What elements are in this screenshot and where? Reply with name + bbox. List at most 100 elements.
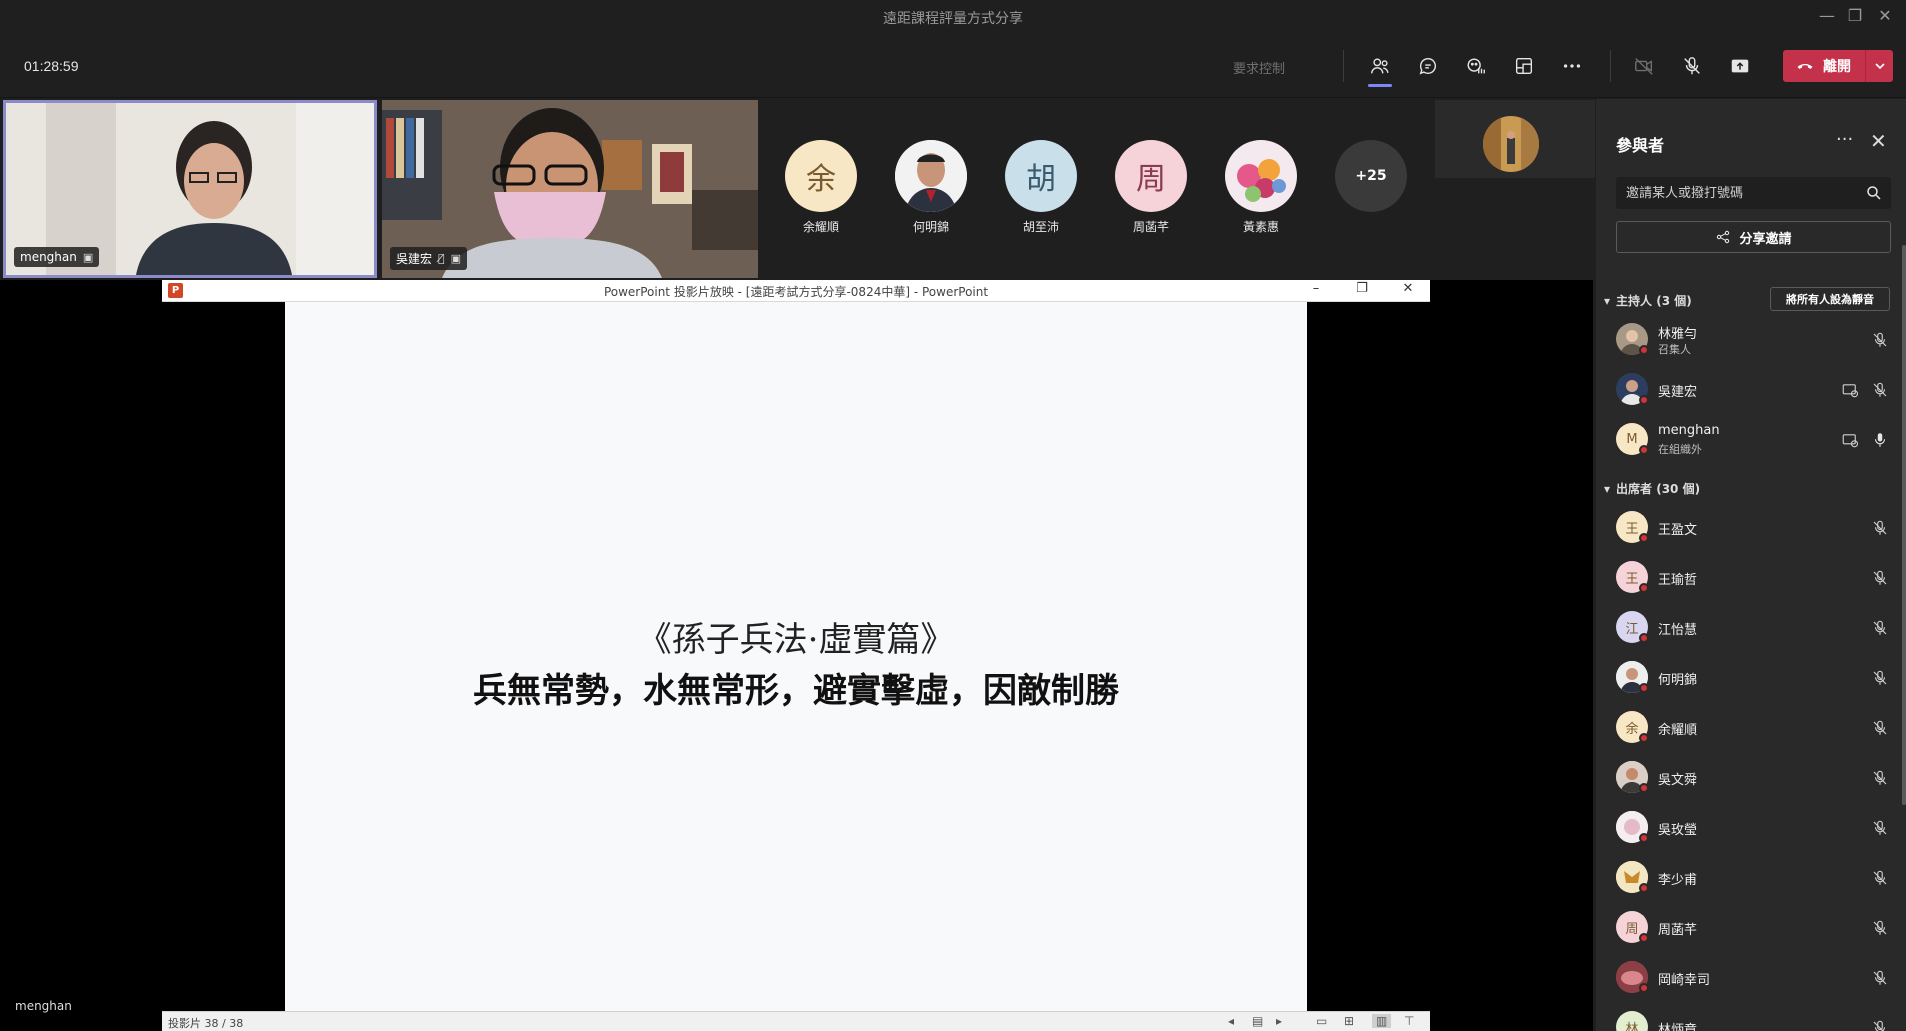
participant-row[interactable]: 吳玫瑩 — [1616, 807, 1887, 847]
participant-row[interactable]: 周周菡芊 — [1616, 907, 1887, 947]
status-badge — [1639, 783, 1649, 793]
participant-row[interactable]: M menghan 在組織外 — [1616, 419, 1886, 459]
mic-off-icon — [1873, 382, 1887, 397]
toolbar-divider — [1610, 50, 1611, 82]
mute-all-button[interactable]: 將所有人設為靜音 — [1770, 287, 1890, 311]
participant-row[interactable]: 林雅勻 召集人 — [1616, 319, 1887, 359]
close-icon[interactable]: ✕ — [1398, 281, 1418, 296]
avatar-name: 黃素惠 — [1242, 220, 1279, 234]
participant-name: 周菡芊 — [1658, 923, 1698, 938]
more-icon[interactable]: ··· — [1836, 129, 1853, 150]
prev-slide-icon[interactable]: ◂ — [1228, 1014, 1234, 1028]
next-slide-icon[interactable]: ▸ — [1276, 1014, 1282, 1028]
invite-input[interactable] — [1616, 177, 1846, 209]
screen-share-icon — [1842, 434, 1859, 448]
sorter-view-icon[interactable]: ⊞ — [1344, 1014, 1354, 1028]
avatar: 胡 — [1005, 140, 1077, 212]
participant-row[interactable]: 王王瑜哲 — [1616, 557, 1887, 597]
leave-label: 離開 — [1823, 59, 1851, 75]
status-badge — [1639, 683, 1649, 693]
participant-row[interactable]: 吳建宏 — [1616, 369, 1887, 409]
rooms-button[interactable] — [1506, 49, 1542, 83]
avatar — [1225, 140, 1297, 212]
participant-name: menghan — [20, 250, 77, 264]
status-badge — [1639, 445, 1649, 455]
reading-view-icon[interactable]: ▥ — [1372, 1014, 1392, 1028]
share-invite-button[interactable]: 分享邀請 — [1616, 221, 1891, 253]
avatar: 周 — [1115, 140, 1187, 212]
more-actions-button[interactable] — [1554, 49, 1590, 83]
participant-name: 何明錦 — [1658, 673, 1698, 688]
toolbar-divider — [1343, 50, 1344, 82]
invite-box — [1616, 177, 1891, 209]
participant-name: 余耀順 — [1658, 723, 1698, 738]
mic-off-icon — [1873, 332, 1887, 347]
status-badge — [1639, 583, 1649, 593]
normal-view-icon[interactable]: ▭ — [1316, 1014, 1327, 1028]
camera-toggle-button[interactable] — [1626, 49, 1662, 83]
participant-name: 吳文舜 — [1658, 773, 1698, 788]
minimize-icon[interactable]: – — [1306, 281, 1326, 296]
self-view[interactable] — [1435, 100, 1595, 178]
video-tile-wu[interactable]: 吳建宏 🎙̸ ▣ — [382, 100, 758, 278]
more-participants[interactable]: +25 — [1335, 140, 1407, 212]
participant-row[interactable]: 岡崎幸司 — [1616, 957, 1887, 997]
slideshow-view-icon[interactable]: ⊤ — [1404, 1014, 1414, 1028]
mic-off-icon — [1873, 870, 1887, 885]
gallery-avatar[interactable]: 黃素惠 — [1225, 140, 1297, 234]
leave-button[interactable]: 離開 — [1783, 50, 1893, 82]
mic-toggle-button[interactable] — [1674, 49, 1710, 83]
video-tile-menghan[interactable]: menghan ▣ — [3, 100, 377, 278]
status-badge — [1639, 633, 1649, 643]
meeting-toolbar: 01:28:59 要求控制 離開 — [0, 34, 1906, 98]
panel-scrollbar[interactable] — [1902, 245, 1906, 805]
mic-off-icon — [1684, 57, 1700, 75]
mic-on-icon — [1874, 433, 1886, 447]
participants-button[interactable] — [1362, 49, 1398, 87]
hand-icon — [1467, 58, 1485, 74]
attendees-group-toggle[interactable]: ▾ 出席者 (30 個) — [1604, 480, 1700, 497]
participant-row[interactable]: 王王盈文 — [1616, 507, 1887, 547]
gallery-avatar[interactable]: 胡 胡至沛 — [1005, 140, 1077, 234]
status-badge — [1639, 983, 1649, 993]
chat-icon — [1419, 58, 1436, 75]
participant-name: 江怡慧 — [1658, 623, 1698, 638]
close-icon[interactable]: ✕ — [1870, 6, 1900, 28]
mic-off-icon — [1873, 770, 1887, 785]
share-screen-button[interactable] — [1722, 49, 1758, 83]
participant-row[interactable]: 何明錦 — [1616, 657, 1887, 697]
mic-off-icon: 🎙̸ — [438, 252, 445, 265]
participant-role: 在組織外 — [1658, 443, 1702, 456]
minimize-icon[interactable]: — — [1812, 6, 1842, 28]
share-invite-label: 分享邀請 — [1739, 231, 1792, 247]
participant-name: 李少甫 — [1658, 873, 1698, 888]
chevron-down-icon: ▾ — [1604, 293, 1611, 308]
hosts-group-toggle[interactable]: ▾ 主持人 (3 個) — [1604, 292, 1692, 309]
participant-row[interactable]: 吳文舜 — [1616, 757, 1887, 797]
chat-button[interactable] — [1410, 49, 1446, 83]
chevron-down-icon[interactable] — [1865, 50, 1893, 82]
shared-content-stage: P PowerPoint 投影片放映 - [遠距考試方式分享-0824中華] -… — [0, 280, 1593, 1031]
restore-icon[interactable]: ❐ — [1840, 6, 1870, 28]
reactions-button[interactable] — [1458, 49, 1494, 83]
video-name-tag: menghan ▣ — [14, 247, 100, 267]
close-icon[interactable]: ✕ — [1870, 129, 1887, 153]
participant-row[interactable]: 李少甫 — [1616, 857, 1887, 897]
request-control-button[interactable]: 要求控制 — [1233, 58, 1285, 77]
gallery-avatar[interactable]: 周 周菡芊 — [1115, 140, 1187, 234]
hosts-header: 主持人 (3 個) — [1616, 294, 1692, 308]
participant-row[interactable]: 江江怡慧 — [1616, 607, 1887, 647]
search-icon[interactable] — [1865, 184, 1883, 202]
participant-row[interactable]: 余余耀順 — [1616, 707, 1887, 747]
status-badge — [1639, 833, 1649, 843]
mic-off-icon — [1873, 720, 1887, 735]
gallery-avatar[interactable]: 何明錦 — [895, 140, 967, 234]
avatar — [1483, 116, 1539, 172]
participant-row[interactable]: 林林炳章 — [1616, 1007, 1886, 1031]
restore-icon[interactable]: ❐ — [1352, 281, 1372, 296]
screen-share-icon: ▣ — [450, 252, 462, 265]
slide-menu-icon[interactable]: ▤ — [1252, 1014, 1263, 1028]
share-icon — [1717, 230, 1730, 244]
gallery-avatar[interactable]: 余 余耀順 — [785, 140, 857, 234]
participants-panel: 參與者 ··· ✕ 分享邀請 ▾ 主持人 (3 個) 將所有人設為靜音 林雅勻 … — [1596, 99, 1906, 1031]
